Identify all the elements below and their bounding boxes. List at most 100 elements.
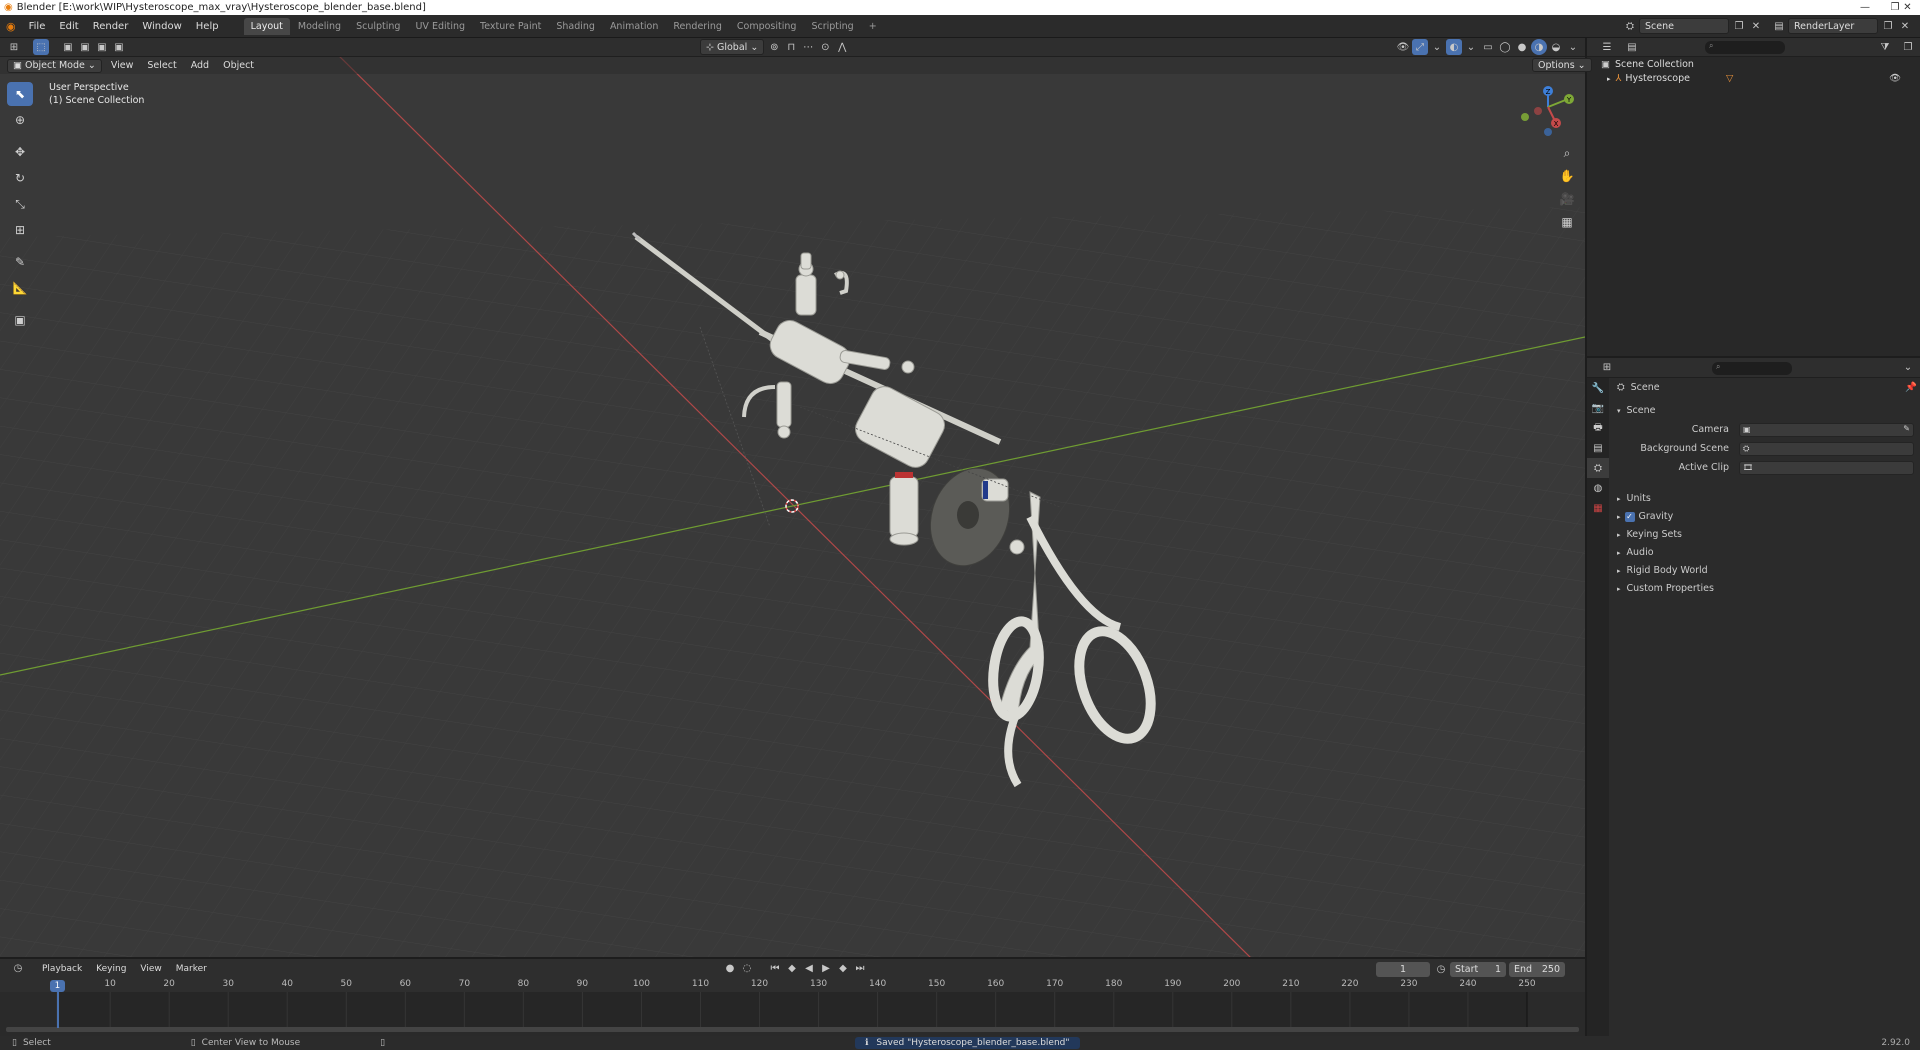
camera-view-icon[interactable]: 🎥 — [1556, 188, 1578, 210]
tab-sculpting[interactable]: Sculpting — [349, 18, 407, 35]
next-keyframe-icon[interactable]: ◆ — [835, 960, 851, 976]
render-tab-icon[interactable]: 📷 — [1587, 398, 1609, 418]
background-scene-field[interactable]: ⛭ — [1739, 442, 1914, 456]
playhead[interactable]: 1 — [50, 980, 65, 992]
wireframe-shading-icon[interactable]: ◯ — [1497, 39, 1513, 55]
play-icon[interactable]: ▶ — [818, 960, 834, 976]
rendered-shading-icon[interactable]: ◒ — [1548, 39, 1564, 55]
view-layer-selector[interactable]: RenderLayer — [1788, 18, 1878, 34]
tab-animation[interactable]: Animation — [603, 18, 665, 35]
snap-icon[interactable]: ⊓ — [783, 39, 799, 55]
properties-editor-type-icon[interactable]: ⊞ — [1599, 360, 1615, 376]
falloff-icon[interactable]: ⋀ — [834, 39, 850, 55]
viewport-menu-view[interactable]: View — [104, 60, 141, 71]
subpanel-custom-properties[interactable]: ▸ Custom Properties — [1617, 583, 1714, 594]
snap-target-icon[interactable]: ⋯ — [800, 39, 816, 55]
annotate-tool-icon[interactable]: ✎ — [7, 250, 33, 274]
current-frame-field[interactable]: 1 — [1376, 961, 1430, 977]
editor-type-icon[interactable]: ⊞ — [6, 39, 22, 55]
select-subtract-icon[interactable]: ▣ — [94, 39, 110, 55]
xray-icon[interactable]: ▭ — [1480, 39, 1496, 55]
properties-search-field[interactable]: ⌕ — [1712, 362, 1792, 375]
remove-view-layer-icon[interactable]: ✕ — [1897, 18, 1913, 34]
viewport-menu-object[interactable]: Object — [216, 60, 261, 71]
properties-options-icon[interactable]: ⌄ — [1900, 360, 1916, 376]
overlay-dropdown-icon[interactable]: ⌄ — [1463, 39, 1479, 55]
subpanel-rigid-body-world[interactable]: ▸ Rigid Body World — [1617, 565, 1708, 576]
ortho-toggle-icon[interactable]: ▦ — [1556, 211, 1578, 233]
outliner-filter-icon[interactable]: ⧩ — [1877, 39, 1893, 55]
zoom-icon[interactable]: ⌕ — [1556, 142, 1578, 164]
solid-shading-icon[interactable]: ● — [1514, 39, 1530, 55]
move-tool-icon[interactable]: ✥ — [7, 140, 33, 164]
3d-viewport[interactable]: Z Y X ⬉ ⊕ ✥ ↻ ⤡ ⊞ ✎ 📐 ▣ ⌕ ✋ 🎥 ▦ — [0, 57, 1585, 957]
tab-modeling[interactable]: Modeling — [291, 18, 348, 35]
view-layer-tab-icon[interactable]: ▤ — [1587, 438, 1609, 458]
jump-end-icon[interactable]: ⏭ — [852, 960, 868, 976]
menu-file[interactable]: File — [22, 21, 53, 32]
jump-start-icon[interactable]: ⏮ — [767, 960, 783, 976]
menu-render[interactable]: Render — [86, 21, 136, 32]
tab-compositing[interactable]: Compositing — [730, 18, 804, 35]
timeline[interactable]: 1 10 20 30 40 50 60 70 80 90 100 110 120 130 140 150 16… — [0, 978, 1585, 1036]
view-layer-icon[interactable]: ▤ — [1771, 18, 1787, 34]
add-workspace-icon[interactable]: + — [862, 18, 884, 35]
timeline-menu-keying[interactable]: Keying — [89, 964, 133, 974]
gizmo-dropdown-icon[interactable]: ⌄ — [1429, 39, 1445, 55]
select-invert-icon[interactable]: ▣ — [111, 39, 127, 55]
eyedropper-icon[interactable]: ✎ — [1903, 424, 1910, 433]
play-reverse-icon[interactable]: ◀ — [801, 960, 817, 976]
timeline-scrollbar[interactable] — [6, 1027, 1579, 1032]
scene-tab-icon[interactable]: ⛭ — [1587, 458, 1609, 478]
visibility-eye-icon[interactable]: 👁 — [1889, 73, 1901, 84]
outliner-row-scene-collection[interactable]: ▣ Scene Collection — [1601, 57, 1694, 72]
close-window-icon[interactable]: ✕ — [1895, 0, 1920, 15]
tab-shading[interactable]: Shading — [549, 18, 602, 35]
transform-tool-icon[interactable]: ⊞ — [7, 218, 33, 242]
tab-rendering[interactable]: Rendering — [666, 18, 729, 35]
object-mode-dropdown[interactable]: ▣ Object Mode ⌄ — [7, 58, 102, 73]
select-new-icon[interactable]: ▣ — [60, 39, 76, 55]
viewport-menu-select[interactable]: Select — [140, 60, 183, 71]
preview-range-icon[interactable]: ◷ — [1433, 961, 1449, 977]
measure-tool-icon[interactable]: 📐 — [7, 276, 33, 300]
subpanel-units[interactable]: ▸ Units — [1617, 493, 1651, 504]
texture-tab-icon[interactable]: ▦ — [1587, 498, 1609, 518]
visibility-icon[interactable]: 👁 — [1395, 39, 1411, 55]
world-tab-icon[interactable]: ◍ — [1587, 478, 1609, 498]
tool-tab-icon[interactable]: 🔧 — [1587, 378, 1609, 398]
outliner-search-field[interactable]: ⌕ — [1705, 41, 1785, 54]
viewport-menu-add[interactable]: Add — [184, 60, 216, 71]
select-mode-icon[interactable]: ⬚ — [33, 39, 49, 55]
select-extend-icon[interactable]: ▣ — [77, 39, 93, 55]
subpanel-audio[interactable]: ▸ Audio — [1617, 547, 1654, 558]
material-shading-icon[interactable]: ◑ — [1531, 39, 1547, 55]
expand-arrow-icon[interactable]: ▸ — [1607, 75, 1611, 83]
add-cube-tool-icon[interactable]: ▣ — [7, 308, 33, 332]
timeline-editor-type-icon[interactable]: ◷ — [10, 961, 26, 977]
cursor-tool-icon[interactable]: ⊕ — [7, 108, 33, 132]
new-collection-icon[interactable]: ❐ — [1900, 39, 1916, 55]
outliner-editor-type-icon[interactable]: ☰ — [1599, 39, 1615, 55]
overlay-icon[interactable]: ◐ — [1446, 39, 1462, 55]
scene-icon[interactable]: ⛭ — [1622, 18, 1638, 34]
prev-keyframe-icon[interactable]: ◆ — [784, 960, 800, 976]
minimize-icon[interactable]: — — [1850, 0, 1880, 15]
menu-help[interactable]: Help — [189, 21, 226, 32]
shading-dropdown-icon[interactable]: ⌄ — [1565, 39, 1581, 55]
outliner-row-hysteroscope[interactable]: ▸ ⅄ Hysteroscope ▽ 👁 — [1607, 71, 1920, 86]
record-icon[interactable]: ● — [722, 960, 738, 976]
keyframe-type-icon[interactable]: ◌ — [739, 960, 755, 976]
pivot-icon[interactable]: ⊚ — [766, 39, 782, 55]
options-dropdown[interactable]: Options ⌄ — [1532, 58, 1592, 72]
scene-selector[interactable]: Scene — [1639, 18, 1729, 34]
menu-window[interactable]: Window — [135, 21, 188, 32]
pan-hand-icon[interactable]: ✋ — [1556, 165, 1578, 187]
new-view-layer-icon[interactable]: ❐ — [1880, 18, 1896, 34]
pin-icon[interactable]: 📌 — [1905, 382, 1917, 393]
start-frame-field[interactable]: Start 1 — [1450, 961, 1506, 977]
rotate-tool-icon[interactable]: ↻ — [7, 166, 33, 190]
remove-scene-icon[interactable]: ✕ — [1748, 18, 1764, 34]
tab-texture-paint[interactable]: Texture Paint — [473, 18, 548, 35]
timeline-menu-playback[interactable]: Playback — [35, 964, 89, 974]
